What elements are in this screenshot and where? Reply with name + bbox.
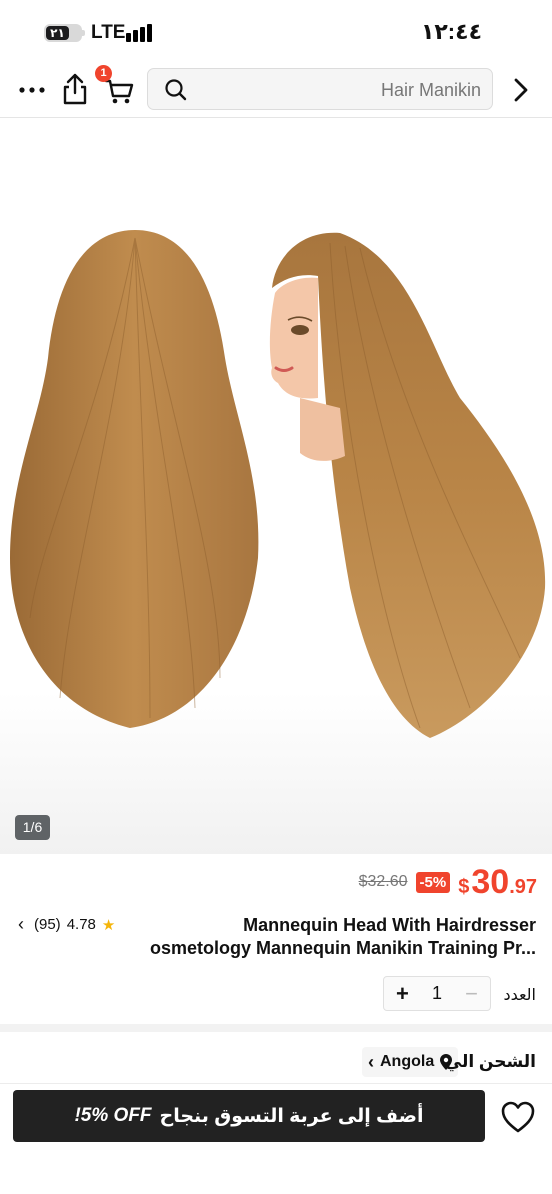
search-icon xyxy=(165,79,187,101)
product-image xyxy=(10,230,546,738)
battery-icon: ٢١ xyxy=(44,24,85,42)
promo-label: !5% OFF xyxy=(74,1105,152,1126)
cart-count-badge: 1 xyxy=(95,65,112,82)
add-to-cart-label: أضف إلى عربة التسوق بنجاح xyxy=(159,1105,424,1127)
review-count: (95) xyxy=(34,916,61,933)
discount-badge: -5% xyxy=(415,871,451,893)
quantity-value: 1 xyxy=(431,983,442,1003)
product-image-gallery[interactable]: 1/6 xyxy=(0,118,552,854)
chevron-left-icon: ‹ xyxy=(368,1051,374,1072)
battery-level: ٢١ xyxy=(46,26,69,40)
more-icon[interactable] xyxy=(18,78,46,102)
section-divider xyxy=(0,1024,552,1032)
current-price: $ 30 .97 xyxy=(458,863,537,902)
search-placeholder: Hair Manikin xyxy=(380,80,481,100)
shipping-country: Angola xyxy=(380,1053,435,1070)
star-icon: ★ xyxy=(101,916,116,934)
quantity-label: العدد xyxy=(503,987,536,1004)
rating-link[interactable]: ‹ (95) 4.78 ★ xyxy=(18,914,115,935)
product-title-line1: Mannequin Head With Hairdresser xyxy=(243,915,536,935)
increase-quantity-button[interactable]: + xyxy=(396,981,409,1007)
status-bar: ٢١ LTE ١٢:٤٤ xyxy=(0,0,552,64)
network-type: LTE xyxy=(91,22,126,43)
product-title-line2: osmetology Mannequin Manikin Training Pr… xyxy=(149,938,536,958)
price-row: $32.60 -5% $ 30 .97 xyxy=(359,862,537,902)
chevron-left-icon: ‹ xyxy=(18,914,24,934)
rating-value: 4.78 xyxy=(66,916,96,933)
heart-icon[interactable] xyxy=(500,1100,536,1134)
shipping-label: الشحن الي xyxy=(444,1052,536,1071)
product-title: Mannequin Head With Hairdresser osmetolo… xyxy=(136,914,536,960)
quantity-stepper: + 1 − xyxy=(383,976,491,1011)
price-integer: 30 xyxy=(471,862,510,901)
status-time: ١٢:٤٤ xyxy=(420,19,482,44)
search-input[interactable]: Hair Manikin xyxy=(147,68,493,110)
chevron-right-icon[interactable] xyxy=(510,76,532,104)
shipping-destination-selector[interactable]: ‹ Angola xyxy=(362,1047,459,1077)
add-to-cart-button[interactable]: !5% OFF أضف إلى عربة التسوق بنجاح xyxy=(13,1090,485,1142)
share-icon[interactable] xyxy=(60,72,90,106)
image-counter: 1/6 xyxy=(15,815,50,840)
currency-symbol: $ xyxy=(458,875,470,898)
price-decimal: .97 xyxy=(509,875,537,898)
decrease-quantity-button[interactable]: − xyxy=(465,981,478,1007)
signal-icon xyxy=(126,24,156,42)
section-divider xyxy=(0,1083,552,1084)
top-nav: 1 Hair Manikin xyxy=(0,64,552,118)
original-price: $32.60 xyxy=(358,873,408,890)
